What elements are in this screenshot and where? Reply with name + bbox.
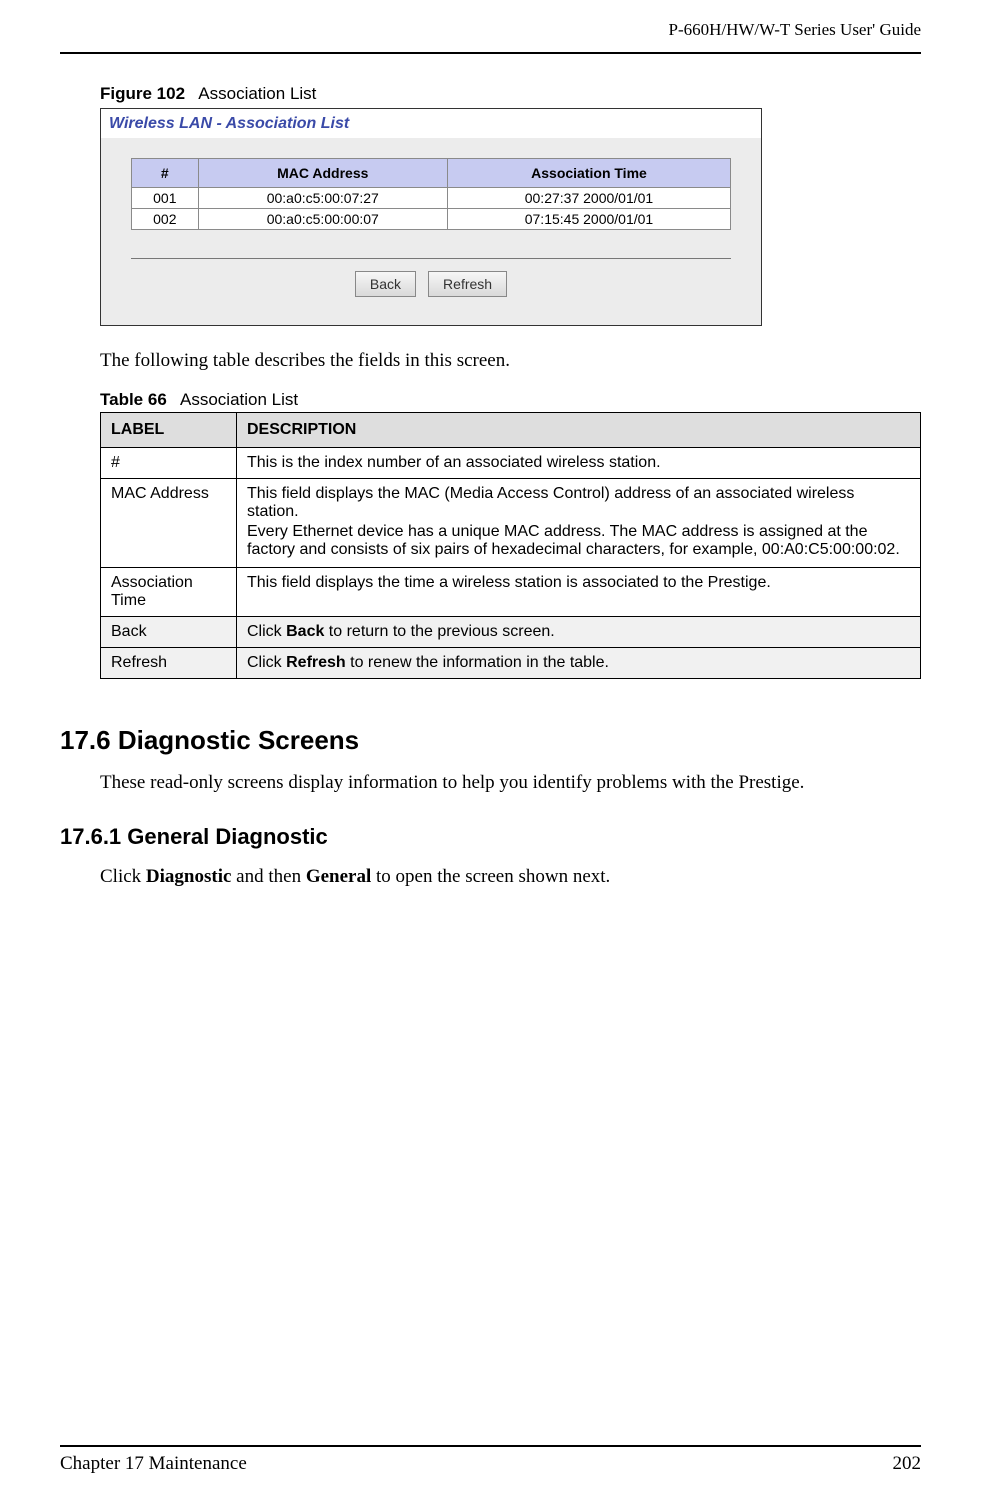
table-title: Association List xyxy=(180,390,298,409)
table-number: Table 66 xyxy=(100,390,167,409)
cell-idx: 002 xyxy=(132,209,199,230)
desc-text: to renew the information in the table. xyxy=(346,654,609,671)
table-row: Association Time This field displays the… xyxy=(101,568,921,617)
cell-time: 00:27:37 2000/01/01 xyxy=(447,188,730,209)
table-row: Refresh Click Refresh to renew the infor… xyxy=(101,648,921,679)
col-mac: MAC Address xyxy=(198,159,447,188)
desc-bold: Back xyxy=(286,623,324,640)
refresh-button[interactable]: Refresh xyxy=(428,271,507,297)
desc-cell: This field displays the time a wireless … xyxy=(237,568,921,617)
table-row: 002 00:a0:c5:00:00:07 07:15:45 2000/01/0… xyxy=(132,209,731,230)
header-guide-title: P-660H/HW/W-T Series User' Guide xyxy=(60,20,921,40)
desc-text: Click xyxy=(247,654,286,671)
label-cell: Refresh xyxy=(101,648,237,679)
table-row: # This is the index number of an associa… xyxy=(101,448,921,479)
col-index: # xyxy=(132,159,199,188)
footer-chapter: Chapter 17 Maintenance xyxy=(60,1453,247,1475)
figure-title: Association List xyxy=(198,84,316,103)
desc-cell: Click Back to return to the previous scr… xyxy=(237,617,921,648)
text-bold: Diagnostic xyxy=(146,866,232,887)
cell-mac: 00:a0:c5:00:00:07 xyxy=(198,209,447,230)
desc-text: Click xyxy=(247,623,286,640)
table-row: Back Click Back to return to the previou… xyxy=(101,617,921,648)
back-button[interactable]: Back xyxy=(355,271,416,297)
association-table: # MAC Address Association Time 001 00:a0… xyxy=(131,158,731,230)
section-text-17-6-1: Click Diagnostic and then General to ope… xyxy=(100,866,921,888)
col-time: Association Time xyxy=(447,159,730,188)
figure-number: Figure 102 xyxy=(100,84,185,103)
desc-text: to return to the previous screen. xyxy=(324,623,554,640)
cell-time: 07:15:45 2000/01/01 xyxy=(447,209,730,230)
table-row: 001 00:a0:c5:00:07:27 00:27:37 2000/01/0… xyxy=(132,188,731,209)
section-heading-17-6-1: 17.6.1 General Diagnostic xyxy=(60,824,921,850)
label-cell: # xyxy=(101,448,237,479)
label-cell: MAC Address xyxy=(101,479,237,568)
screenshot-association-list: Wireless LAN - Association List # MAC Ad… xyxy=(100,108,762,326)
label-cell: Association Time xyxy=(101,568,237,617)
desc-p2: Every Ethernet device has a unique MAC a… xyxy=(247,523,910,559)
table-row: MAC Address This field displays the MAC … xyxy=(101,479,921,568)
table-caption: Table 66 Association List xyxy=(100,390,921,410)
figure-caption: Figure 102 Association List xyxy=(100,84,921,104)
cell-idx: 001 xyxy=(132,188,199,209)
section-heading-17-6: 17.6 Diagnostic Screens xyxy=(60,725,921,756)
desc-p1: This field displays the MAC (Media Acces… xyxy=(247,485,910,521)
panel-title: Wireless LAN - Association List xyxy=(101,109,761,138)
header-rule xyxy=(60,52,921,54)
description-table: LABEL DESCRIPTION # This is the index nu… xyxy=(100,412,921,679)
desc-cell: This field displays the MAC (Media Acces… xyxy=(237,479,921,568)
text-bold: General xyxy=(306,866,371,887)
page-footer: Chapter 17 Maintenance 202 xyxy=(60,1445,921,1475)
head-desc: DESCRIPTION xyxy=(237,413,921,448)
footer-page-number: 202 xyxy=(893,1453,922,1475)
text-part: Click xyxy=(100,866,146,887)
label-cell: Back xyxy=(101,617,237,648)
section-text-17-6: These read-only screens display informat… xyxy=(100,772,921,794)
cell-mac: 00:a0:c5:00:07:27 xyxy=(198,188,447,209)
head-label: LABEL xyxy=(101,413,237,448)
desc-bold: Refresh xyxy=(286,654,346,671)
text-part: to open the screen shown next. xyxy=(371,866,610,887)
footer-rule xyxy=(60,1445,921,1447)
intro-text: The following table describes the fields… xyxy=(100,350,921,372)
desc-cell: This is the index number of an associate… xyxy=(237,448,921,479)
text-part: and then xyxy=(231,866,305,887)
desc-cell: Click Refresh to renew the information i… xyxy=(237,648,921,679)
divider xyxy=(131,258,731,259)
